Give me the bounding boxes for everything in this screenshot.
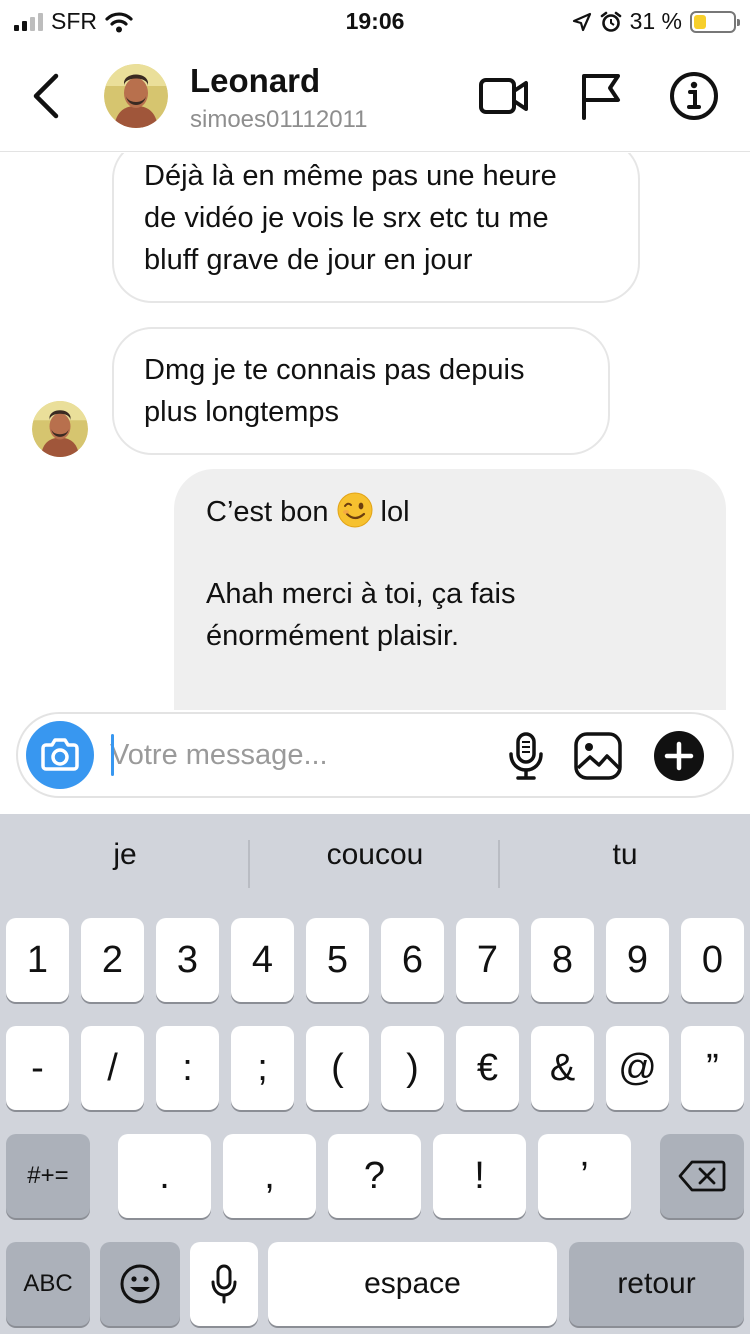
battery-icon (690, 10, 740, 33)
key-6[interactable]: 6 (381, 918, 444, 1002)
status-right: 31 % (572, 8, 740, 35)
incoming-message[interactable]: Déjà là en même pas une heure de vidéo j… (112, 153, 640, 303)
back-chevron-icon[interactable] (24, 68, 68, 124)
message-text: C’est bon (206, 496, 329, 528)
gallery-icon[interactable] (572, 730, 624, 782)
key-question[interactable]: ? (328, 1134, 421, 1218)
status-bar: SFR 19:06 31 % (0, 0, 750, 42)
key-1[interactable]: 1 (6, 918, 69, 1002)
key-period[interactable]: . (118, 1134, 211, 1218)
key-2[interactable]: 2 (81, 918, 144, 1002)
key-close-paren[interactable]: ) (381, 1026, 444, 1110)
message-line: Déjà là en même pas une heure (144, 160, 557, 192)
key-7[interactable]: 7 (456, 918, 519, 1002)
flag-icon[interactable] (572, 68, 628, 124)
message-composer (16, 712, 734, 798)
key-quote[interactable]: ” (681, 1026, 744, 1110)
camera-button[interactable] (26, 721, 94, 789)
key-exclamation[interactable]: ! (433, 1134, 526, 1218)
key-more-symbols[interactable]: #+= (6, 1134, 90, 1218)
keyboard: je coucou tu 1 2 3 4 5 6 7 8 9 0 - / : ;… (0, 814, 750, 1334)
location-icon (572, 12, 591, 31)
key-abc[interactable]: ABC (6, 1242, 90, 1326)
emoji-key[interactable] (100, 1242, 180, 1326)
text-caret (111, 734, 114, 776)
key-at[interactable]: @ (606, 1026, 669, 1110)
suggestion-item[interactable]: tu (500, 838, 750, 872)
message-thread[interactable]: Déjà là en même pas une heure de vidéo j… (0, 153, 750, 710)
key-5[interactable]: 5 (306, 918, 369, 1002)
key-4[interactable]: 4 (231, 918, 294, 1002)
key-8[interactable]: 8 (531, 918, 594, 1002)
conversation-header: Leonard simoes01112011 (0, 42, 750, 152)
key-3[interactable]: 3 (156, 918, 219, 1002)
camera-icon (41, 738, 79, 771)
plus-icon[interactable] (652, 729, 706, 783)
contact-username: simoes01112011 (190, 106, 368, 133)
key-open-paren[interactable]: ( (306, 1026, 369, 1110)
dictation-icon (211, 1264, 237, 1304)
key-0[interactable]: 0 (681, 918, 744, 1002)
key-semicolon[interactable]: ; (231, 1026, 294, 1110)
key-comma[interactable]: , (223, 1134, 316, 1218)
backspace-icon (678, 1160, 726, 1192)
composer-area (0, 710, 750, 814)
incoming-message[interactable]: Dmg je te connais pas depuis plus longte… (112, 327, 610, 455)
alarm-icon (600, 11, 621, 32)
suggestion-item[interactable]: je (0, 838, 250, 872)
contact-avatar[interactable] (104, 64, 168, 128)
video-call-icon[interactable] (476, 68, 532, 124)
contact-name[interactable]: Leonard (190, 62, 320, 100)
key-ampersand[interactable]: & (531, 1026, 594, 1110)
backspace-key[interactable] (660, 1134, 744, 1218)
message-line: de vidéo je vois le srx etc tu me (144, 202, 549, 234)
message-line: énormément plaisir. (206, 620, 460, 652)
winking-face-emoji (337, 492, 373, 528)
message-line: Ahah merci à toi, ça fais (206, 578, 516, 610)
suggestion-bar: je coucou tu (0, 814, 750, 914)
info-icon[interactable] (666, 68, 722, 124)
message-line-first: C’est bon lol (206, 491, 694, 533)
key-hyphen[interactable]: - (6, 1026, 69, 1110)
message-line: bluff grave de jour en jour (144, 244, 473, 276)
battery-percent: 31 % (629, 8, 682, 34)
suggestion-item[interactable]: coucou (250, 838, 500, 872)
emoji-icon (120, 1264, 160, 1304)
return-key[interactable]: retour (569, 1242, 744, 1326)
key-9[interactable]: 9 (606, 918, 669, 1002)
key-slash[interactable]: / (81, 1026, 144, 1110)
message-text: lol (380, 496, 410, 528)
microphone-icon[interactable] (500, 730, 552, 782)
outgoing-message[interactable]: C’est bon lol Ahah merci à toi, ça fais … (174, 469, 726, 710)
message-line: plus longtemps (144, 396, 340, 428)
sender-avatar[interactable] (32, 401, 88, 457)
key-colon[interactable]: : (156, 1026, 219, 1110)
message-line: Dmg je te connais pas depuis (144, 354, 525, 386)
message-input[interactable] (110, 732, 490, 778)
space-key[interactable]: espace (268, 1242, 557, 1326)
key-euro[interactable]: € (456, 1026, 519, 1110)
key-apostrophe[interactable]: ’ (538, 1134, 631, 1218)
dictation-key[interactable] (190, 1242, 258, 1326)
